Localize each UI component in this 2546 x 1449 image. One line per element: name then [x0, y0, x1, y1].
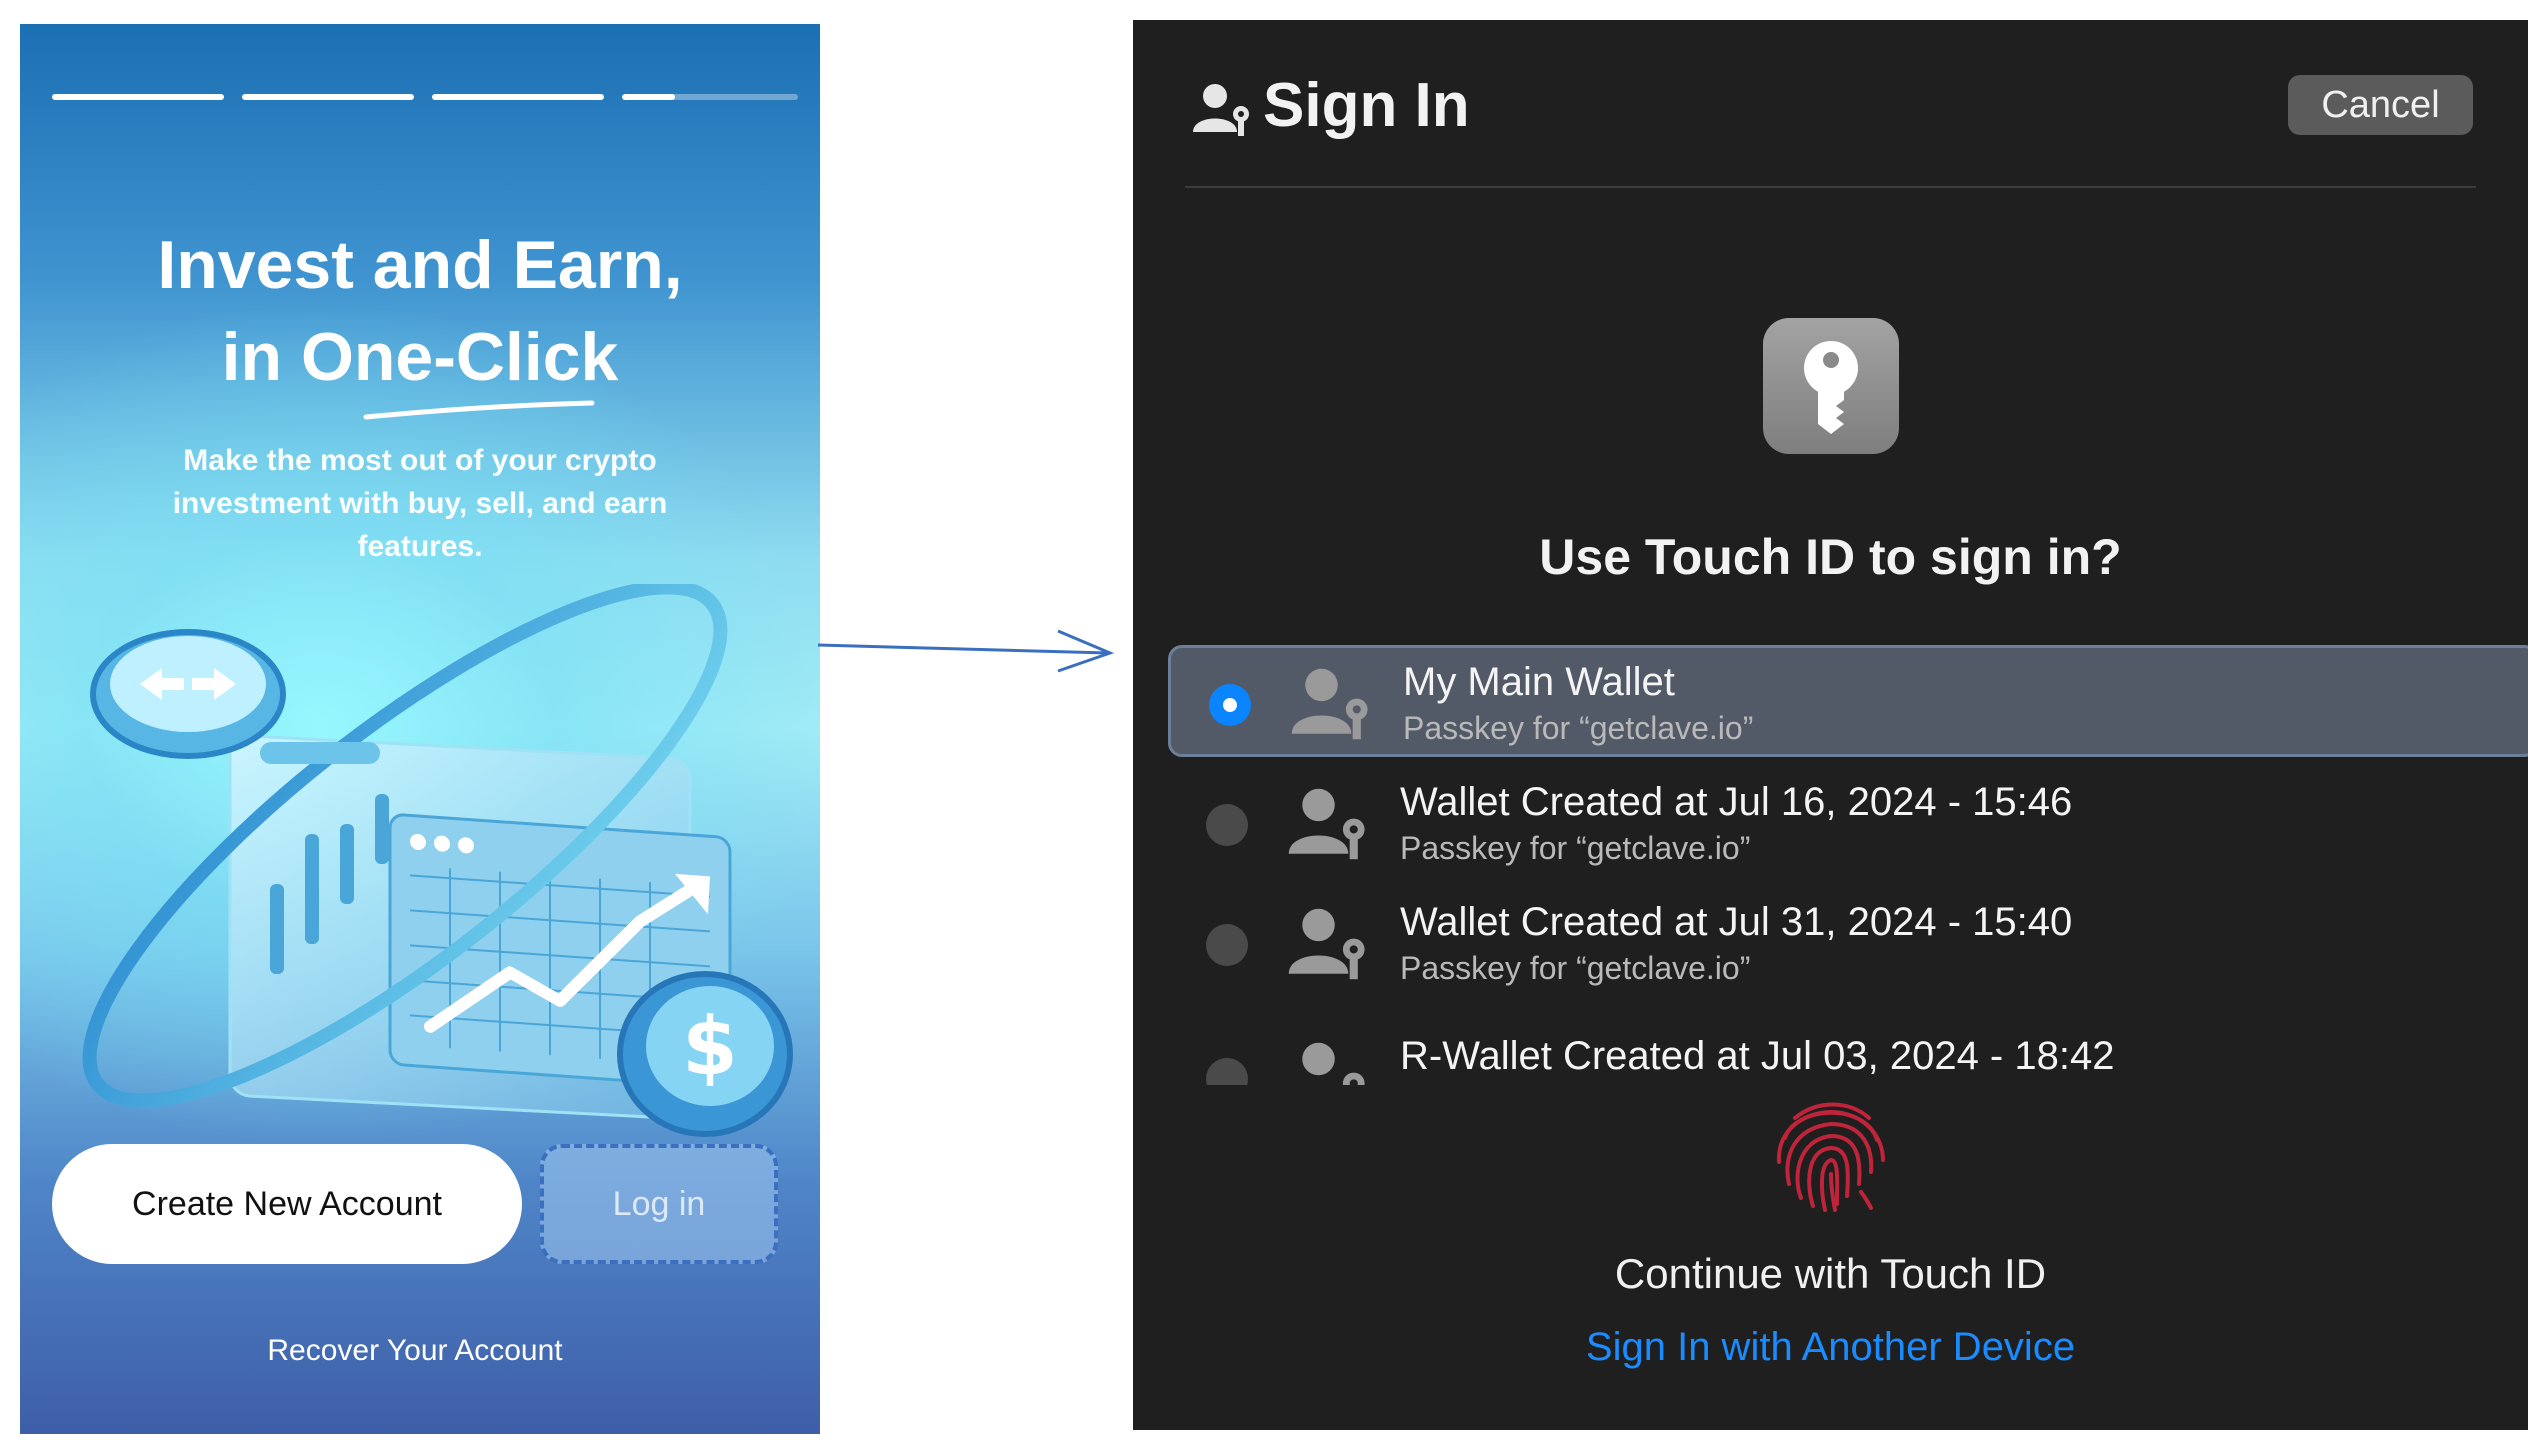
- account-row[interactable]: My Main Wallet Passkey for “getclave.io”: [1168, 645, 2528, 757]
- sheet-title: Sign In: [1263, 71, 1470, 140]
- svg-text:$: $: [682, 1000, 738, 1093]
- passkey-key-icon: [1763, 318, 1899, 454]
- radio-selected[interactable]: [1209, 684, 1251, 726]
- flow-arrow: [818, 629, 1115, 673]
- account-subtitle: Passkey for “getclave.io”: [1400, 950, 1751, 986]
- account-list-clip: R-Wallet Created at Jul 03, 2024 - 18:42: [1133, 1025, 2528, 1085]
- login-button[interactable]: Log in: [540, 1144, 778, 1264]
- account-row[interactable]: Wallet Created at Jul 16, 2024 - 15:46 P…: [1168, 768, 2528, 880]
- radio-unselected[interactable]: [1206, 1058, 1248, 1085]
- person-key-icon: [1288, 788, 1365, 860]
- sign-in-sheet: Sign In Cancel Use Touch ID to sign in? …: [1133, 20, 2528, 1430]
- sign-in-another-device-link[interactable]: Sign In with Another Device: [1133, 1325, 2528, 1370]
- account-name: My Main Wallet: [1403, 660, 1675, 704]
- create-account-button[interactable]: Create New Account: [52, 1144, 522, 1264]
- account-row[interactable]: Wallet Created at Jul 31, 2024 - 15:40 P…: [1168, 888, 2528, 1000]
- onboarding-screen: Invest and Earn, in One-Click Make the m…: [20, 24, 820, 1434]
- progress-segment-4: [622, 94, 798, 100]
- account-subtitle: Passkey for “getclave.io”: [1403, 710, 1754, 746]
- account-name: Wallet Created at Jul 31, 2024 - 15:40: [1400, 900, 2073, 944]
- fingerprint-icon[interactable]: [1765, 1088, 1897, 1220]
- person-key-icon: [1291, 668, 1368, 740]
- account-subtitle: Passkey for “getclave.io”: [1400, 830, 1751, 866]
- account-name: Wallet Created at Jul 16, 2024 - 15:46: [1400, 780, 2073, 824]
- recover-account-link[interactable]: Recover Your Account: [20, 1334, 810, 1368]
- radio-unselected[interactable]: [1206, 804, 1248, 846]
- headline-line-1: Invest and Earn,: [157, 227, 683, 303]
- cancel-button[interactable]: Cancel: [2288, 75, 2473, 135]
- person-key-icon: [1288, 908, 1365, 980]
- subtitle: Make the most out of your crypto investm…: [172, 444, 668, 563]
- person-key-icon: [1193, 84, 1249, 136]
- touch-id-question: Use Touch ID to sign in?: [1539, 529, 2122, 585]
- progress-segment-1: [52, 94, 224, 100]
- person-key-icon: [1302, 1042, 1365, 1085]
- account-row[interactable]: R-Wallet Created at Jul 03, 2024 - 18:42: [1168, 1025, 2528, 1085]
- hero-illustration: $: [82, 584, 793, 1137]
- headline-underline: [363, 400, 595, 420]
- radio-unselected[interactable]: [1206, 924, 1248, 966]
- progress-segment-3: [432, 94, 604, 100]
- headline: Invest and Earn, in One-Click: [20, 219, 820, 403]
- header-divider: [1185, 186, 2476, 188]
- progress-segment-2: [242, 94, 414, 100]
- continue-touch-id-text: Continue with Touch ID: [1614, 1250, 2047, 1297]
- account-name: R-Wallet Created at Jul 03, 2024 - 18:42: [1400, 1034, 2115, 1078]
